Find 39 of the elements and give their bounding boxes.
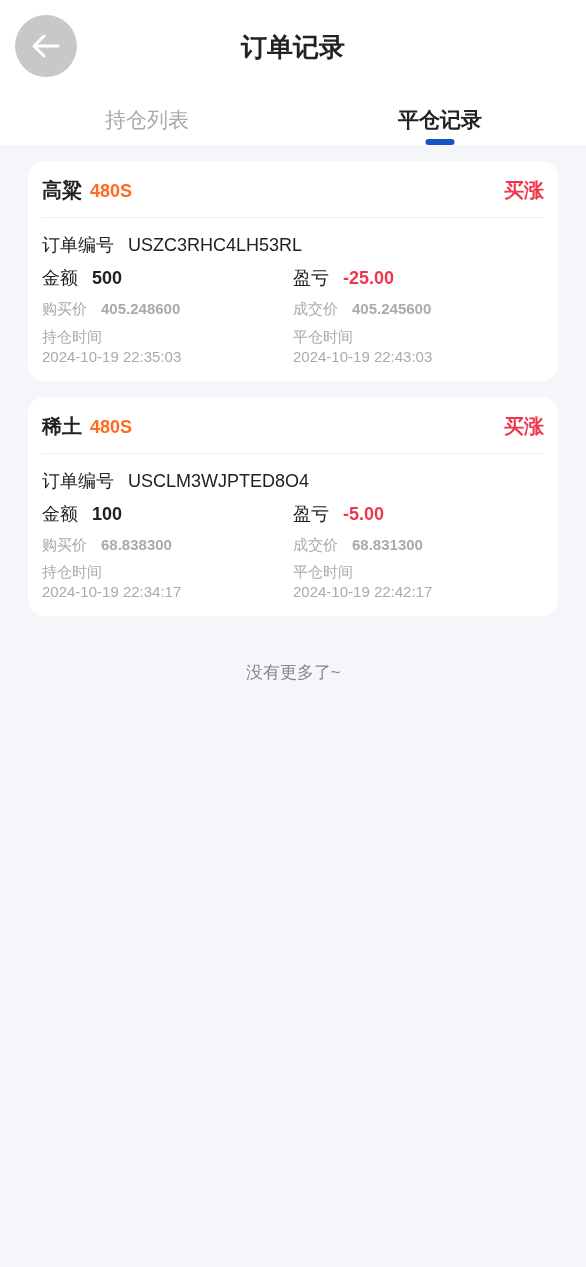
page-title: 订单记录: [241, 31, 345, 64]
open-time-label: 持仓时间: [42, 562, 103, 582]
end-of-list-note: 没有更多了~: [245, 662, 341, 684]
product-name: 高粱: [42, 178, 82, 203]
close-time-value: 2024-10-19 22:43:03: [293, 346, 434, 367]
close-time-label: 平仓时间: [293, 562, 354, 582]
product-name: 稀土: [42, 413, 82, 439]
back-arrow-icon: [32, 34, 60, 58]
buy-price-label: 购买价: [42, 299, 87, 319]
pnl-value: -25.00: [343, 267, 395, 290]
amount-value: 500: [92, 267, 123, 290]
buy-price-label: 购买价: [42, 534, 87, 555]
deal-price-value: 68.831300: [352, 534, 423, 555]
period-label: 480S: [90, 180, 133, 203]
direction-label: 买涨: [504, 178, 544, 203]
deal-price-label: 成交价: [293, 534, 338, 555]
direction-label: 买涨: [504, 413, 544, 439]
period-label: 480S: [90, 415, 133, 439]
pnl-label: 盈亏: [293, 502, 329, 526]
order-number-label: 订单编号: [42, 234, 114, 257]
amount-value: 100: [92, 502, 123, 526]
buy-price-value: 405.248600: [101, 299, 181, 319]
close-time-value: 2024-10-19 22:42:17: [293, 582, 434, 602]
buy-price-value: 68.838300: [101, 534, 172, 555]
open-time-label: 持仓时间: [42, 326, 103, 347]
amount-label: 金额: [42, 267, 78, 290]
deal-price-label: 成交价: [293, 299, 338, 319]
order-number: USZC3RHC4LH53RL: [128, 234, 303, 257]
open-time-value: 2024-10-19 22:35:03: [42, 346, 183, 367]
order-number: USCLM3WJPTED8O4: [128, 469, 310, 493]
amount-label: 金额: [42, 502, 78, 526]
open-time-value: 2024-10-19 22:34:17: [42, 582, 183, 602]
pnl-label: 盈亏: [293, 267, 329, 290]
deal-price-value: 405.245600: [352, 299, 432, 319]
tab-indicator: [425, 139, 454, 145]
tab[interactable]: 平仓记录: [293, 95, 586, 145]
order-number-label: 订单编号: [42, 469, 114, 493]
close-time-label: 平仓时间: [293, 326, 354, 347]
pnl-value: -5.00: [343, 502, 385, 526]
